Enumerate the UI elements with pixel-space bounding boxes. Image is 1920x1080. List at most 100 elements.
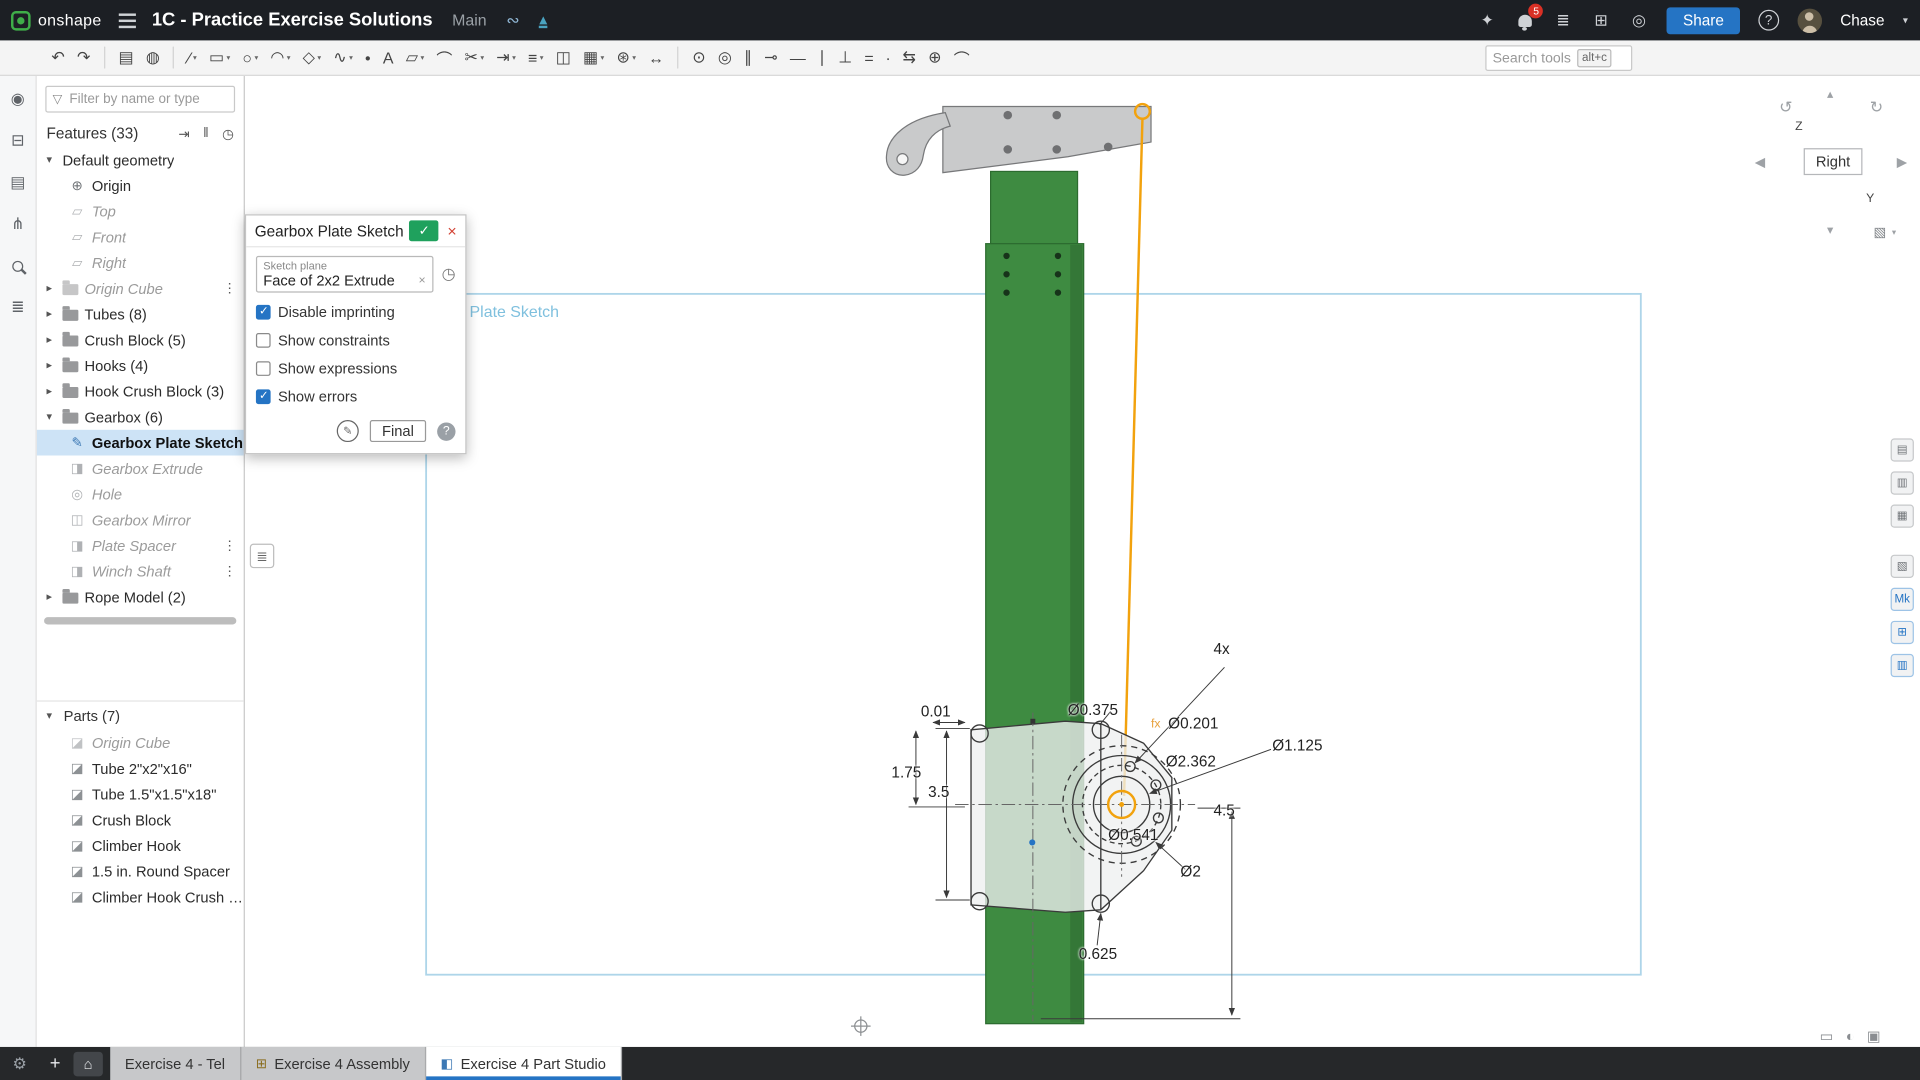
sketch-tools-icon[interactable]: ✎ [337, 420, 359, 442]
tool-dropdown-caret-icon[interactable]: ▾ [349, 53, 353, 62]
slot-tool-icon[interactable]: ▱ ▾ [401, 44, 429, 71]
checkbox-icon[interactable] [256, 305, 271, 320]
appearance-panel-icon[interactable]: ▥ [1891, 471, 1914, 494]
bom-panel-icon[interactable]: ▤ [1891, 438, 1914, 461]
rotate-right-icon[interactable]: ▶ [1897, 154, 1907, 170]
feature-item[interactable]: Gearbox (6) [37, 404, 244, 430]
onshape-logo-text[interactable]: onshape [38, 11, 102, 29]
display-states-icon[interactable]: ▦ [1891, 504, 1914, 527]
rotate-left-icon[interactable]: ◀ [1755, 154, 1765, 170]
polygon-tool-icon[interactable]: ◇ ▾ [298, 44, 326, 71]
fix-constraint-icon[interactable]: ⊕ [923, 44, 946, 71]
rectangle-tool-icon[interactable]: ▭ ▾ [204, 44, 235, 71]
feature-item[interactable]: Hooks (4) [37, 353, 244, 379]
clear-selection-icon[interactable]: × [419, 274, 426, 287]
feature-item[interactable]: Hole [37, 481, 244, 507]
display-settings-icon[interactable]: ▣ [1867, 1027, 1881, 1044]
part-item[interactable]: Tube 1.5"x1.5"x18" [37, 781, 244, 807]
custom-app-grid-icon[interactable]: ⊞ [1891, 621, 1914, 644]
final-button[interactable]: Final [370, 420, 426, 442]
feature-item[interactable]: Crush Block (5) [37, 327, 244, 353]
undo-icon[interactable]: ↶ [47, 44, 70, 71]
feature-item[interactable]: Plate Spacer ⋮ [37, 533, 244, 559]
history-clock-icon[interactable]: ◷ [442, 264, 456, 284]
normal-constraint-icon[interactable]: ⌒ [949, 44, 975, 71]
rollback-history-icon[interactable]: ◷ [222, 126, 234, 142]
rotate-cw-icon[interactable]: ↻ [1870, 98, 1883, 118]
sheet-icon[interactable]: ▤ [114, 44, 139, 71]
walkthrough-icon[interactable]: ◐ [1846, 1027, 1855, 1044]
expander-icon[interactable] [47, 384, 63, 397]
equal-constraint-icon[interactable]: = [859, 44, 878, 71]
origin-marker[interactable] [851, 1016, 871, 1036]
document-tab[interactable]: Exercise 4 Part Studio [426, 1047, 622, 1080]
rotate-down-icon[interactable]: ▾ [1827, 224, 1833, 237]
symmetry-constraint-icon[interactable]: ⇆ [898, 44, 921, 71]
dimension-tool-icon[interactable]: ↔ [643, 44, 669, 71]
sketch-point[interactable] [1029, 839, 1035, 845]
follow-mode-icon[interactable]: ◉ [7, 88, 29, 110]
toolbar-separator[interactable] [678, 47, 679, 69]
tool-dropdown-caret-icon[interactable]: ▾ [480, 53, 484, 62]
model-viewport[interactable] [0, 0, 1920, 1080]
checkbox-icon[interactable] [256, 333, 271, 348]
columns-panel-icon[interactable]: ▥ [1891, 654, 1914, 677]
onshape-logo-icon[interactable] [11, 10, 31, 30]
feature-menu-icon[interactable]: ⋮ [223, 563, 236, 579]
configurations-icon[interactable]: ▧ [1891, 555, 1914, 578]
dialog-title[interactable]: Gearbox Plate Sketch [255, 222, 410, 239]
tool-dropdown-caret-icon[interactable]: ▾ [287, 53, 291, 62]
feature-item[interactable]: Gearbox Mirror [37, 507, 244, 533]
circle-tool-icon[interactable]: ○ ▾ [237, 44, 263, 71]
user-menu-caret-icon[interactable]: ▾ [1903, 15, 1908, 26]
feature-list-icon[interactable]: ≣ [7, 296, 29, 318]
tool-dropdown-caret-icon[interactable]: ▾ [193, 53, 197, 62]
feature-item[interactable]: Front [37, 224, 244, 250]
feature-item[interactable]: Origin [37, 173, 244, 199]
toolbar-separator[interactable] [173, 47, 174, 69]
share-button[interactable]: Share [1667, 7, 1740, 34]
part-item[interactable]: Crush Block [37, 807, 244, 833]
feature-item[interactable]: Rope Model (2) [37, 584, 244, 610]
comments-icon[interactable]: ⊟ [7, 130, 29, 152]
concentric-constraint-icon[interactable]: ◎ [713, 44, 737, 71]
parts-header[interactable]: Parts (7) [37, 700, 244, 729]
expander-icon[interactable] [47, 307, 63, 320]
tool-dropdown-caret-icon[interactable]: ▾ [226, 53, 230, 62]
tool-dropdown-caret-icon[interactable]: ▾ [420, 53, 424, 62]
redo-icon[interactable]: ↷ [72, 44, 95, 71]
canvas-context-toolbar-handle[interactable]: ≣ [250, 544, 274, 568]
part-item[interactable]: Origin Cube [37, 730, 244, 756]
linear-pattern-icon[interactable]: ▦ ▾ [578, 44, 609, 71]
text-tool-icon[interactable]: A [378, 44, 398, 71]
part-item[interactable]: Climber Hook [37, 833, 244, 859]
search-icon[interactable] [7, 255, 29, 277]
part-item[interactable]: Tube 2"x2"x16" [37, 756, 244, 782]
parallel-constraint-icon[interactable]: ∥ [739, 44, 757, 71]
tool-dropdown-caret-icon[interactable]: ▾ [317, 53, 321, 62]
toolbar-separator[interactable] [104, 47, 105, 69]
versions-icon[interactable]: ⋔ [7, 213, 29, 235]
arc-tool-icon[interactable]: ◠ ▾ [266, 44, 296, 71]
coincident-constraint-icon[interactable]: ⊙ [687, 44, 710, 71]
expander-icon[interactable] [47, 590, 63, 603]
feature-item[interactable]: Gearbox Plate Sketch [37, 430, 244, 456]
tool-dropdown-caret-icon[interactable]: ▾ [601, 53, 605, 62]
extend-tool-icon[interactable]: ⇥ ▾ [491, 44, 520, 71]
tool-dropdown-caret-icon[interactable]: ▾ [632, 53, 636, 62]
fillet-tool-icon[interactable]: ⌒ [431, 44, 457, 71]
view-menu-caret-icon[interactable]: ▾ [1892, 228, 1896, 238]
insert-feature-icon[interactable]: ⇥ [178, 126, 189, 142]
cancel-button[interactable]: × [447, 222, 456, 240]
vertical-constraint-icon[interactable]: ∣ [813, 44, 831, 71]
feature-item[interactable]: Gearbox Extrude [37, 456, 244, 482]
part-item[interactable]: 1.5 in. Round Spacer [37, 858, 244, 884]
spline-tool-icon[interactable]: ∿ ▾ [328, 44, 357, 71]
feature-item[interactable]: Hook Crush Block (3) [37, 378, 244, 404]
view-face-button[interactable]: Right [1804, 148, 1863, 175]
sketch-handle[interactable] [1030, 719, 1035, 724]
task-manager-icon[interactable]: ≣ [1553, 10, 1573, 30]
feature-item[interactable]: Right [37, 250, 244, 276]
feature-item[interactable]: Tubes (8) [37, 301, 244, 327]
expander-icon[interactable] [47, 410, 63, 423]
